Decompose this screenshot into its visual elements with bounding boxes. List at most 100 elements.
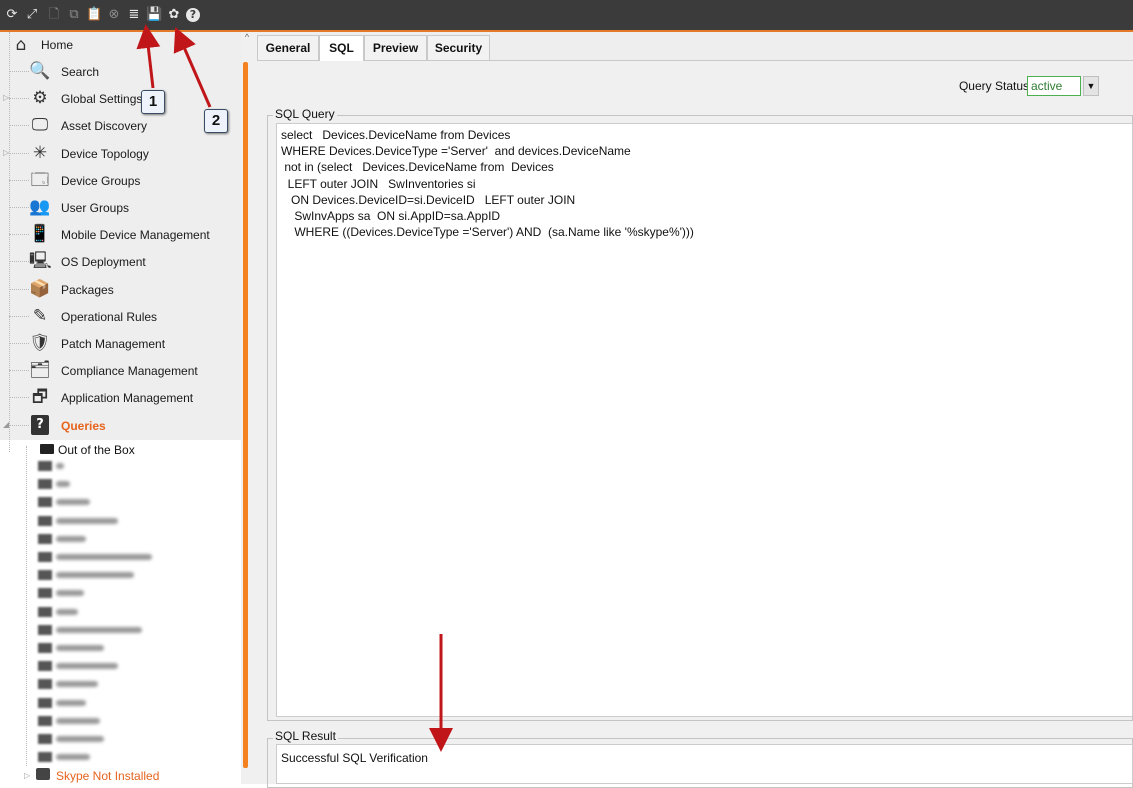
tree-connector (9, 397, 29, 399)
sidebar-item-label: User Groups (61, 201, 130, 215)
sidebar-item-operational-rules[interactable]: ✎ Operational Rules (0, 303, 241, 330)
redacted-text (56, 590, 84, 597)
cancel-icon[interactable]: ⊗ (106, 7, 122, 23)
query-status-select[interactable]: active (1027, 76, 1081, 96)
tree-connector (9, 207, 29, 208)
gears-icon: ⚙ (32, 88, 48, 109)
redacted-text (56, 499, 90, 506)
user-groups-icon: 👥 (29, 197, 51, 217)
sql-result-title: SQL Result (273, 729, 338, 743)
sql-query-line: select Devices.DeviceName from Devices (281, 128, 511, 142)
query-icon (38, 533, 52, 544)
tree-connector (9, 71, 29, 72)
sidebar-item-device-groups[interactable]: 🗔 Device Groups (0, 167, 241, 194)
sidebar-item-device-topology[interactable]: ▷ ✳ Device Topology (0, 140, 241, 167)
sidebar-item-queries[interactable]: ◢? Queries (0, 412, 241, 439)
sidebar-item-os-deployment[interactable]: 🖳 OS Deployment (0, 248, 241, 275)
sidebar-item-user-groups[interactable]: 👥 User Groups (0, 194, 241, 221)
tree-connector (26, 446, 27, 766)
sql-query-title: SQL Query (273, 107, 337, 121)
sidebar-item-label: Device Groups (61, 173, 141, 188)
redacted-text (56, 572, 134, 579)
sql-save-icon[interactable]: 💾 (146, 7, 162, 23)
query-icon (38, 643, 52, 653)
content-panel: General SQL Preview Security Query Statu… (257, 32, 1133, 788)
sql-query-line: WHERE ((Devices.DeviceType ='Server') AN… (281, 225, 694, 240)
query-icon (38, 497, 52, 508)
copy-icon[interactable]: ⧉ (66, 7, 82, 23)
tab-bar: General SQL Preview Security (257, 32, 1133, 61)
help-icon[interactable]: ? (186, 8, 200, 22)
chevron-up-icon[interactable]: ^ (241, 32, 253, 46)
sql-query-line: ON Devices.DeviceID=si.DeviceID LEFT out… (281, 192, 576, 207)
sidebar-item-label: Home (41, 38, 74, 52)
tab-security[interactable]: Security (427, 35, 490, 60)
tree-folder-label: Out of the Box (58, 443, 135, 457)
tab-preview[interactable]: Preview (364, 35, 427, 60)
redacted-text (56, 736, 104, 742)
paste-icon[interactable]: 📋 (86, 7, 102, 23)
tab-general[interactable]: General (257, 35, 319, 60)
sidebar-item-patch-management[interactable]: 🛡 Patch Management (0, 330, 241, 357)
redacted-text (56, 481, 70, 488)
sql-query-editor[interactable]: select Devices.DeviceName from Devices WH… (276, 123, 1133, 717)
asset-discovery-icon: 🖵 (31, 115, 49, 136)
sidebar-item-mobile-device-management[interactable]: 📱 Mobile Device Management (0, 221, 241, 248)
tree-item-label: Skype Not Installed (56, 769, 160, 783)
settings-icon[interactable]: ✿ (166, 7, 182, 23)
sidebar-item-label: OS Deployment (61, 255, 146, 270)
redacted-text (56, 663, 118, 670)
redacted-text (56, 517, 118, 524)
sidebar-item-compliance-management[interactable]: 🗂 Compliance Management (0, 357, 241, 384)
sql-query-line: not in (select Devices.DeviceName from D… (281, 160, 554, 175)
refresh-icon[interactable]: ⟳ (4, 7, 20, 23)
collapse-arrow-icon[interactable]: ◢ (3, 420, 9, 429)
splitter-handle[interactable] (243, 62, 248, 768)
redacted-text (56, 754, 90, 761)
tree-connector (9, 343, 29, 344)
expand-arrow-icon[interactable]: ▷ (24, 771, 30, 780)
query-icon (38, 570, 52, 581)
patch-shield-icon: 🛡 (29, 333, 51, 353)
sidebar-item-search[interactable]: 🔍 Search (0, 58, 241, 85)
sidebar-item-home[interactable]: ⌂ Home (0, 32, 241, 59)
sql-result-box: Successful SQL Verification (276, 744, 1133, 784)
expand-icon[interactable]: ⤢ (24, 7, 40, 23)
query-icon (38, 679, 52, 690)
sidebar-item-global-settings[interactable]: ▷ ⚙ Global Settings (0, 85, 241, 112)
os-deployment-icon: 🖳 (29, 251, 52, 272)
query-icon (38, 715, 52, 726)
sidebar-item-packages[interactable]: 📦 Packages (0, 276, 241, 303)
mobile-device-icon: 📱 (29, 224, 51, 245)
tree-connector (9, 98, 29, 100)
sql-verify-icon[interactable]: ≣ (126, 7, 142, 23)
query-status-label: Query Status (958, 79, 1029, 93)
redacted-text (56, 626, 142, 633)
sidebar-item-label: Device Topology (61, 146, 149, 161)
main-toolbar: ⟳ ⤢ 🗋 ⧉ 📋 ⊗ ≣ 💾 ✿? (0, 0, 1133, 32)
expand-arrow-icon[interactable]: ▷ (3, 93, 9, 102)
search-icon: 🔍 (29, 61, 51, 81)
sidebar-item-label: Operational Rules (61, 309, 158, 324)
annotation-callout-1: 1 (141, 90, 165, 114)
redacted-text (56, 645, 104, 651)
query-icon (38, 479, 52, 490)
tree-connector (9, 370, 29, 372)
sidebar-item-label: Search (61, 65, 100, 79)
query-icon (38, 606, 52, 617)
new-document-icon[interactable]: 🗋 (46, 7, 62, 23)
queries-icon: ? (31, 414, 49, 435)
dropdown-arrow-icon[interactable]: ▼ (1083, 76, 1099, 96)
query-icon (38, 752, 52, 763)
query-icon (38, 515, 52, 526)
query-icon (38, 697, 52, 708)
sidebar-item-label: Queries (61, 418, 106, 433)
sidebar-item-application-management[interactable]: 🗗 Application Management (0, 384, 241, 411)
sidebar-item-label: Packages (61, 282, 114, 297)
annotation-callout-2: 2 (204, 109, 228, 133)
tree-connector (9, 234, 29, 236)
tab-sql[interactable]: SQL (319, 35, 364, 61)
expand-arrow-icon[interactable]: ▷ (3, 148, 9, 157)
compliance-icon: 🗂 (29, 360, 51, 381)
sidebar-item-label: Application Management (61, 391, 194, 406)
